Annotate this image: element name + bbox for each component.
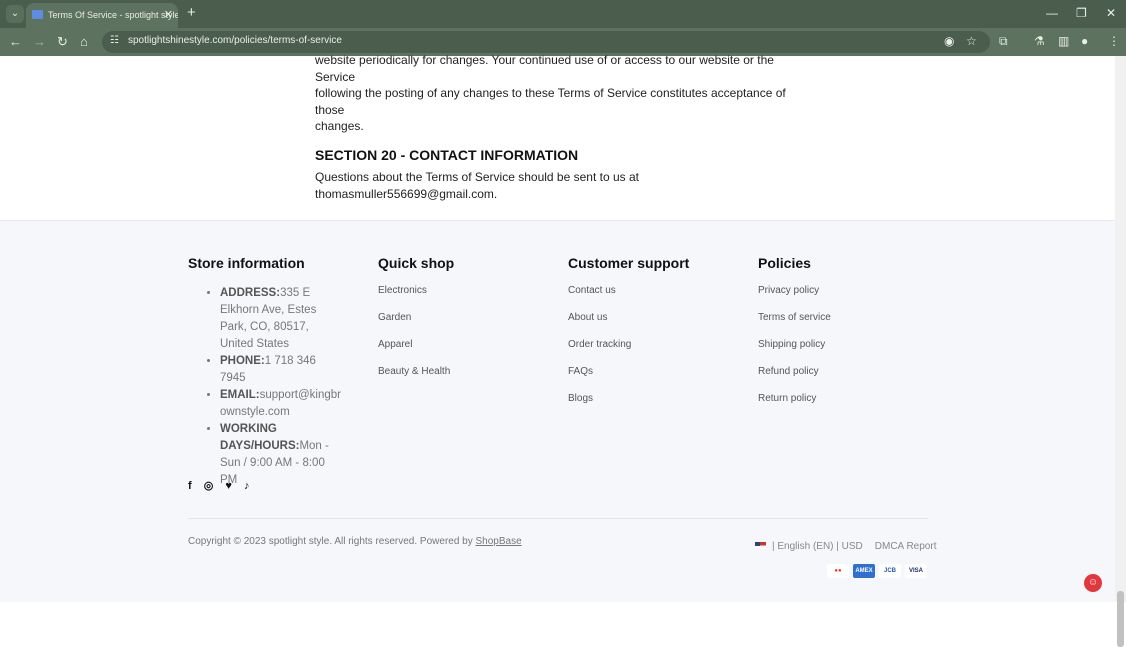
support-title: Customer support bbox=[568, 255, 690, 271]
shopbase-link[interactable]: ShopBase bbox=[476, 536, 522, 547]
social-links: f ◎ ♥ ♪ bbox=[188, 479, 259, 492]
profile-avatar[interactable]: ● bbox=[1081, 34, 1088, 48]
browser-tab[interactable]: Terms Of Service - spotlight style ✕ bbox=[26, 3, 178, 28]
url-text: spotlightshinestyle.com/policies/terms-o… bbox=[128, 35, 342, 46]
store-title: Store information bbox=[188, 255, 305, 271]
amex-icon: AMEX bbox=[853, 564, 875, 578]
labs-icon[interactable]: ⚗ bbox=[1034, 34, 1045, 48]
mastercard-icon: ●● bbox=[827, 564, 849, 578]
policies-title: Policies bbox=[758, 255, 811, 271]
bookmark-star-icon[interactable]: ☆ bbox=[966, 34, 977, 48]
store-phone: PHONE:1 718 346 7945 bbox=[220, 353, 344, 387]
restore-button[interactable]: ❐ bbox=[1076, 6, 1087, 20]
section-title: SECTION 20 - CONTACT INFORMATION bbox=[315, 146, 579, 163]
contact-text: Questions about the Terms of Service sho… bbox=[315, 170, 639, 201]
extensions-icon[interactable]: ⧉ bbox=[999, 34, 1008, 49]
link-garden[interactable]: Garden bbox=[378, 312, 454, 339]
minimize-button[interactable]: — bbox=[1046, 6, 1058, 20]
link-refund[interactable]: Refund policy bbox=[758, 366, 831, 393]
link-contact[interactable]: Contact us bbox=[568, 285, 689, 312]
footer: Store information ADDRESS:335 E Elkhorn … bbox=[0, 220, 1115, 602]
locale-text: | English (EN) | USD bbox=[772, 541, 863, 552]
paragraph-line: following the posting of any changes to … bbox=[315, 86, 786, 117]
locale-selector[interactable]: | English (EN) | USD DMCA Report bbox=[755, 541, 936, 552]
customer-support: Customer support Contact us About us Ord… bbox=[568, 255, 689, 420]
tiktok-icon[interactable]: ♪ bbox=[244, 480, 250, 492]
paragraph-line: changes. bbox=[315, 119, 364, 133]
instagram-icon[interactable]: ◎ bbox=[204, 480, 214, 492]
paragraph-line: website periodically for changes. Your c… bbox=[315, 53, 774, 84]
quick-shop-title: Quick shop bbox=[378, 255, 455, 271]
eye-off-icon[interactable]: ◉ bbox=[944, 34, 954, 48]
tab-search-button[interactable]: ⌄ bbox=[6, 5, 24, 23]
dmca-link[interactable]: DMCA Report bbox=[875, 541, 937, 552]
tab-title: Terms Of Service - spotlight style bbox=[48, 10, 178, 20]
link-electronics[interactable]: Electronics bbox=[378, 285, 454, 312]
link-return[interactable]: Return policy bbox=[758, 393, 831, 420]
link-privacy[interactable]: Privacy policy bbox=[758, 285, 831, 312]
link-order-tracking[interactable]: Order tracking bbox=[568, 339, 689, 366]
link-apparel[interactable]: Apparel bbox=[378, 339, 454, 366]
close-tab-icon[interactable]: ✕ bbox=[164, 3, 173, 27]
copyright: Copyright © 2023 spotlight style. All ri… bbox=[188, 536, 522, 547]
link-terms[interactable]: Terms of service bbox=[758, 312, 831, 339]
policies: Policies Privacy policy Terms of service… bbox=[758, 255, 831, 420]
new-tab-button[interactable]: + bbox=[187, 4, 196, 21]
address-bar[interactable]: ☷ spotlightshinestyle.com/policies/terms… bbox=[102, 31, 990, 53]
close-window-button[interactable]: ✕ bbox=[1106, 6, 1116, 20]
site-info-icon[interactable]: ☷ bbox=[110, 35, 119, 46]
link-beauty-health[interactable]: Beauty & Health bbox=[378, 366, 454, 393]
quick-shop: Quick shop Electronics Garden Apparel Be… bbox=[378, 255, 454, 393]
home-button[interactable]: ⌂ bbox=[80, 34, 88, 49]
scrollbar-thumb[interactable] bbox=[1117, 591, 1124, 647]
tab-strip: ⌄ Terms Of Service - spotlight style ✕ +… bbox=[0, 0, 1126, 28]
store-email: EMAIL:support@kingbrownstyle.com bbox=[220, 387, 344, 421]
help-widget-button[interactable]: ☺ bbox=[1084, 574, 1102, 592]
scrollbar[interactable] bbox=[1115, 56, 1126, 647]
link-faqs[interactable]: FAQs bbox=[568, 366, 689, 393]
twitter-icon[interactable]: ♥ bbox=[225, 480, 232, 492]
terms-content: website periodically for changes. Your c… bbox=[315, 53, 815, 202]
link-blogs[interactable]: Blogs bbox=[568, 393, 689, 420]
back-button[interactable]: ← bbox=[9, 34, 22, 49]
side-panel-icon[interactable]: ▥ bbox=[1058, 34, 1069, 48]
reload-button[interactable]: ↻ bbox=[57, 34, 68, 50]
store-information: Store information ADDRESS:335 E Elkhorn … bbox=[188, 255, 344, 489]
link-shipping[interactable]: Shipping policy bbox=[758, 339, 831, 366]
us-flag-icon bbox=[755, 542, 766, 549]
link-about[interactable]: About us bbox=[568, 312, 689, 339]
visa-icon: VISA bbox=[905, 564, 927, 578]
facebook-icon[interactable]: f bbox=[188, 480, 192, 492]
store-address: ADDRESS:335 E Elkhorn Ave, Estes Park, C… bbox=[220, 285, 344, 353]
menu-icon[interactable]: ⋮ bbox=[1108, 34, 1120, 48]
jcb-icon: JCB bbox=[879, 564, 901, 578]
divider bbox=[188, 518, 928, 519]
forward-button[interactable]: → bbox=[33, 34, 46, 49]
favicon-icon bbox=[32, 10, 43, 19]
